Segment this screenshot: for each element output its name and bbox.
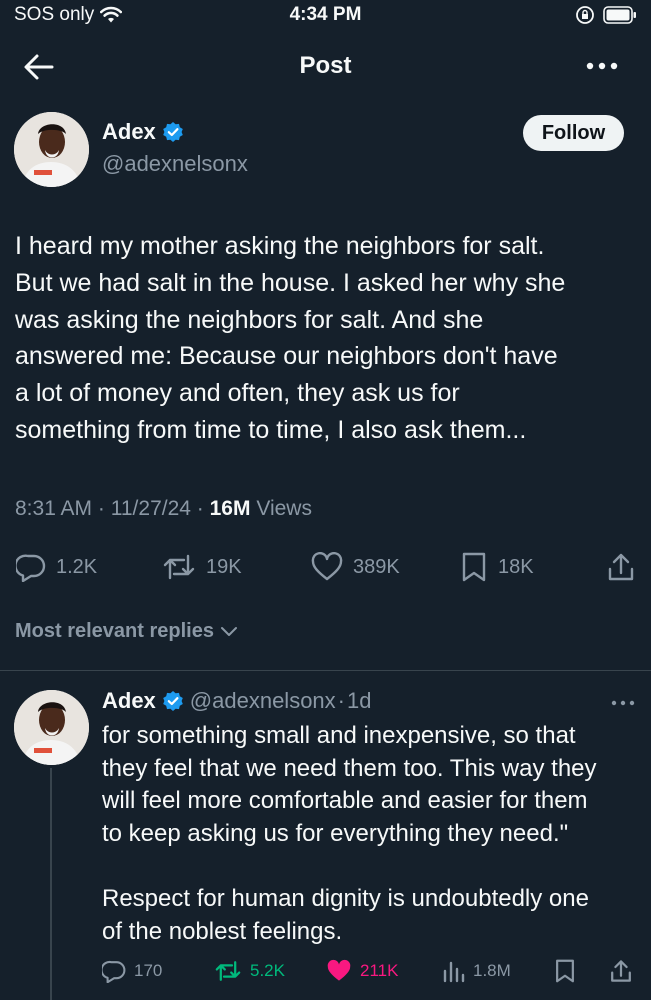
thread-line (50, 768, 52, 1000)
repost-action[interactable]: 19K (162, 550, 242, 584)
reply-text-line: they feel that we need them too. This wa… (102, 754, 597, 782)
post-text-line: I heard my mother asking the neighbors f… (15, 232, 545, 260)
reply-text-line: Respect for human dignity is undoubtedly… (102, 884, 589, 912)
reply-count: 1.2K (56, 555, 98, 578)
post-date: 11/27/24 (110, 497, 191, 520)
more-options-icon[interactable] (584, 56, 620, 76)
status-bar-right (575, 5, 637, 25)
repost-icon (163, 554, 195, 580)
follow-button[interactable]: Follow (523, 115, 624, 151)
chevron-down-icon (220, 626, 237, 636)
reply-handle[interactable]: @adexnelsonx (190, 688, 336, 714)
meta-separator: · (337, 688, 345, 713)
repost-count: 19K (206, 555, 242, 578)
reply-repost-count: 5.2K (250, 961, 285, 980)
like-count: 389K (353, 555, 400, 578)
reply-header: Adex @adexnelsonx · 1d (102, 688, 371, 714)
repost-icon (215, 961, 241, 981)
meta-separator: · (97, 497, 105, 520)
reply-like-count: 211K (360, 961, 399, 980)
reply-avatar[interactable] (14, 690, 89, 765)
reply-icon (16, 554, 46, 582)
author-name[interactable]: Adex (102, 119, 156, 145)
post-text-line: But we had salt in the house. I asked he… (15, 268, 566, 297)
reply-text-line: of the noblest feelings. (102, 917, 343, 945)
reply-author-name[interactable]: Adex (102, 688, 156, 714)
post-meta: 8:31 AM · 11/27/24 · 16M Views (15, 497, 312, 521)
post-text-line: answered me: Because our neighbors don't… (15, 342, 558, 371)
share-icon[interactable] (606, 551, 636, 583)
status-time: 4:34 PM (289, 4, 362, 25)
reply-share-icon[interactable] (609, 958, 633, 984)
avatar[interactable] (14, 112, 89, 187)
post-text-line: something from time to time, I also ask … (15, 415, 527, 444)
bookmark-count: 18K (498, 555, 534, 578)
post-text: I heard my mother asking the neighbors f… (15, 228, 640, 449)
reply-bookmark-icon[interactable] (554, 958, 576, 984)
author-handle[interactable]: @adexnelsonx (102, 151, 248, 177)
replies-sort-label: Most relevant replies (15, 620, 214, 642)
reply-text-line: to keep asking us for everything they ne… (102, 819, 569, 847)
reply-age: 1d (347, 688, 372, 713)
bookmark-action[interactable]: 18K (460, 550, 534, 584)
page-title: Post (299, 52, 352, 79)
heart-icon (311, 552, 343, 581)
reply-more-options-icon[interactable] (610, 698, 636, 708)
post-text-line: a lot of money and often, they ask us fo… (15, 379, 460, 408)
reply-repost-action[interactable]: 5.2K (214, 956, 285, 986)
reply-icon (102, 960, 126, 983)
reply-text: for something small and inexpensive, so … (102, 720, 637, 948)
author-name-row[interactable]: Adex (102, 119, 184, 145)
reply-views-count: 1.8M (473, 961, 511, 980)
reply-text-line: for something small and inexpensive, so … (102, 722, 576, 749)
reply-reply-count: 170 (134, 961, 163, 980)
reply-reply-action[interactable]: 170 (102, 956, 162, 986)
reply-text-line (102, 850, 637, 883)
reply-text-line: will feel more comfortable and easier fo… (102, 787, 588, 815)
meta-separator: · (196, 497, 204, 520)
views-label[interactable]: Views (256, 497, 312, 520)
views-count[interactable]: 16M (210, 497, 251, 520)
heart-filled-icon (327, 959, 351, 981)
analytics-icon (443, 961, 465, 983)
reply-views-action[interactable]: 1.8M (441, 956, 511, 986)
reply-like-action[interactable]: 211K (326, 956, 398, 986)
verified-badge-icon (162, 691, 183, 711)
verified-badge-icon (162, 122, 183, 142)
reply-action[interactable]: 1.2K (16, 550, 97, 584)
like-action[interactable]: 389K (311, 550, 400, 584)
replies-sort-dropdown[interactable]: Most relevant replies (15, 620, 238, 643)
orientation-lock-icon (576, 6, 594, 24)
section-divider (0, 670, 651, 671)
battery-icon (603, 6, 636, 24)
post-time: 8:31 AM (15, 497, 93, 520)
post-text-line: was asking the neighbors for salt. And s… (15, 305, 484, 334)
bookmark-icon (462, 552, 486, 582)
